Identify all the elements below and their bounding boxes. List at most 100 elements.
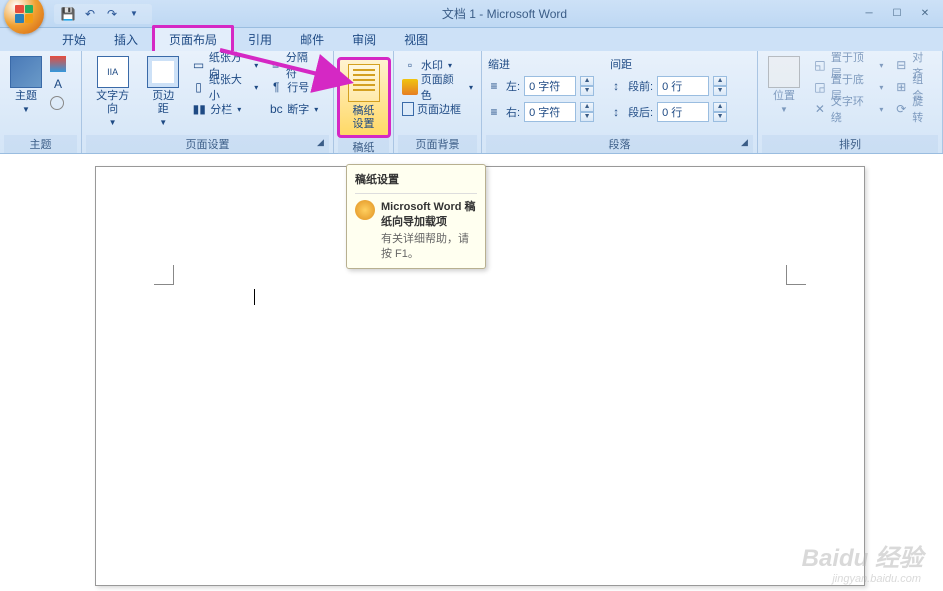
page-size-icon: ▯: [191, 79, 206, 95]
tab-references[interactable]: 引用: [234, 28, 286, 51]
spacing-after-spinner[interactable]: ▲▼: [713, 102, 727, 122]
theme-fonts-icon[interactable]: A: [50, 76, 66, 92]
tab-page-layout[interactable]: 页面布局: [152, 25, 234, 51]
margins-icon: [147, 56, 179, 88]
chevron-down-icon: ▼: [780, 105, 788, 114]
spacing-before-icon: ↕: [608, 78, 624, 94]
spacing-before-row: ↕ 段前: 0 行 ▲▼: [608, 74, 727, 98]
hyphenation-button[interactable]: bc断字▾: [264, 98, 329, 120]
theme-effects-icon[interactable]: [50, 96, 64, 110]
bring-front-icon: ◱: [812, 57, 828, 73]
watermark-main: Baidu 经验: [802, 538, 923, 573]
spacing-before-input[interactable]: 0 行: [657, 76, 709, 96]
position-icon: [768, 56, 800, 88]
group-label-page-bg: 页面背景: [398, 135, 477, 153]
quick-access-toolbar: 💾 ↶ ↷ ▼: [54, 4, 152, 24]
watermark-sub: jingyan.baidu.com: [832, 573, 921, 585]
hyphenation-icon: bc: [268, 101, 284, 117]
manuscript-settings-button[interactable]: 稿纸 设置: [337, 57, 391, 138]
redo-icon[interactable]: ↷: [104, 6, 120, 22]
window-controls: ─ ☐ ✕: [857, 6, 937, 22]
tooltip: 稿纸设置 Microsoft Word 稿纸向导加载项 有关详细帮助，请按 F1…: [346, 164, 486, 269]
orientation-icon: ▭: [191, 57, 206, 73]
title-bar: 💾 ↶ ↷ ▼ 文档 1 - Microsoft Word ─ ☐ ✕: [0, 0, 943, 28]
margins-button[interactable]: 页边距 ▼: [141, 54, 185, 129]
addin-icon: [355, 200, 375, 220]
qat-customize-icon[interactable]: ▼: [126, 6, 142, 22]
group-icon: ⊞: [893, 79, 909, 95]
spacing-after-input[interactable]: 0 行: [657, 102, 709, 122]
text-wrap-icon: ✕: [812, 101, 828, 117]
theme-colors-icon[interactable]: [50, 56, 66, 72]
page-borders-button[interactable]: 页面边框: [398, 98, 477, 120]
spacing-after-row: ↕ 段后: 0 行 ▲▼: [608, 100, 727, 124]
indent-left-icon: ≡: [486, 78, 502, 94]
indent-left-spinner[interactable]: ▲▼: [580, 76, 594, 96]
ribbon-tabs: 开始 插入 页面布局 引用 邮件 审阅 视图: [0, 28, 943, 51]
send-back-icon: ◲: [812, 79, 828, 95]
close-button[interactable]: ✕: [913, 6, 937, 22]
position-button[interactable]: 位置 ▼: [762, 54, 806, 116]
office-logo-icon: [15, 5, 33, 23]
indent-right-spinner[interactable]: ▲▼: [580, 102, 594, 122]
group-paragraph: 缩进 ≡ 左: 0 字符 ▲▼ ≡ 右: 0 字符 ▲▼ 间距 ↕: [482, 51, 758, 153]
text-cursor: [254, 289, 255, 305]
group-label-arrange: 排列: [762, 135, 938, 153]
indent-right-row: ≡ 右: 0 字符 ▲▼: [486, 100, 594, 124]
dialog-launcher-icon[interactable]: ◢: [738, 137, 751, 150]
size-button[interactable]: ▯纸张大小▾: [187, 76, 262, 98]
indent-right-input[interactable]: 0 字符: [524, 102, 576, 122]
line-numbers-icon: ¶: [268, 79, 284, 95]
line-numbers-button[interactable]: ¶行号▾: [264, 76, 329, 98]
window-title: 文档 1 - Microsoft Word: [152, 5, 857, 22]
themes-button[interactable]: 主题 ▼: [4, 54, 48, 116]
tab-home[interactable]: 开始: [48, 28, 100, 51]
group-label-themes: 主题: [4, 135, 77, 153]
columns-icon: ▮▮: [191, 101, 207, 117]
group-page-background: ▫水印▾ 页面颜色▾ 页面边框 页面背景: [394, 51, 482, 153]
watermark-icon: ▫: [402, 57, 418, 73]
tab-review[interactable]: 审阅: [338, 28, 390, 51]
tab-insert[interactable]: 插入: [100, 28, 152, 51]
tooltip-help: 有关详细帮助，请按 F1。: [381, 232, 477, 262]
dialog-launcher-icon[interactable]: ◢: [314, 137, 327, 150]
group-arrange: 位置 ▼ ◱置于顶层▾ ◲置于底层▾ ✕文字环绕▾ ⊟对齐 ⊞组合 ⟳旋转 排列: [758, 51, 943, 153]
tab-mailings[interactable]: 邮件: [286, 28, 338, 51]
save-icon[interactable]: 💾: [60, 6, 76, 22]
group-label-page-setup: 页面设置◢: [86, 135, 329, 153]
group-label-paragraph: 段落◢: [486, 135, 753, 153]
spacing-before-spinner[interactable]: ▲▼: [713, 76, 727, 96]
page-borders-icon: [402, 102, 414, 116]
text-wrap-button[interactable]: ✕文字环绕▾: [808, 98, 887, 120]
indent-right-icon: ≡: [486, 104, 502, 120]
columns-button[interactable]: ▮▮分栏▾: [187, 98, 262, 120]
indent-left-row: ≡ 左: 0 字符 ▲▼: [486, 74, 594, 98]
ribbon: 主题 ▼ A 主题 IIA 文字方向 ▼ 页边距 ▼ ▭纸: [0, 51, 943, 154]
rotate-icon: ⟳: [893, 101, 909, 117]
align-icon: ⊟: [893, 57, 909, 73]
tab-view[interactable]: 视图: [390, 28, 442, 51]
breaks-button[interactable]: ≡分隔符▾: [264, 54, 329, 76]
chevron-down-icon: ▼: [109, 118, 117, 127]
indent-heading: 缩进: [486, 56, 594, 72]
text-direction-button[interactable]: IIA 文字方向 ▼: [86, 54, 139, 129]
chevron-down-icon: ▼: [22, 105, 30, 114]
group-page-setup: IIA 文字方向 ▼ 页边距 ▼ ▭纸张方向▾ ▯纸张大小▾ ▮▮分栏▾ ≡分隔…: [82, 51, 334, 153]
page-color-button[interactable]: 页面颜色▾: [398, 76, 477, 98]
themes-icon: [10, 56, 42, 88]
margin-corner-tl: [154, 265, 174, 285]
rotate-button[interactable]: ⟳旋转: [889, 98, 938, 120]
breaks-icon: ≡: [268, 57, 283, 73]
maximize-button[interactable]: ☐: [885, 6, 909, 22]
indent-left-input[interactable]: 0 字符: [524, 76, 576, 96]
group-manuscript: 稿纸 设置 稿纸: [334, 51, 394, 153]
tooltip-title: 稿纸设置: [355, 171, 477, 187]
page-color-icon: [402, 79, 418, 95]
spacing-after-icon: ↕: [608, 104, 624, 120]
minimize-button[interactable]: ─: [857, 6, 881, 22]
chevron-down-icon: ▼: [159, 118, 167, 127]
undo-icon[interactable]: ↶: [82, 6, 98, 22]
manuscript-icon: [348, 64, 380, 102]
margin-corner-tr: [786, 265, 806, 285]
tooltip-heading: Microsoft Word 稿纸向导加载项: [381, 201, 476, 228]
